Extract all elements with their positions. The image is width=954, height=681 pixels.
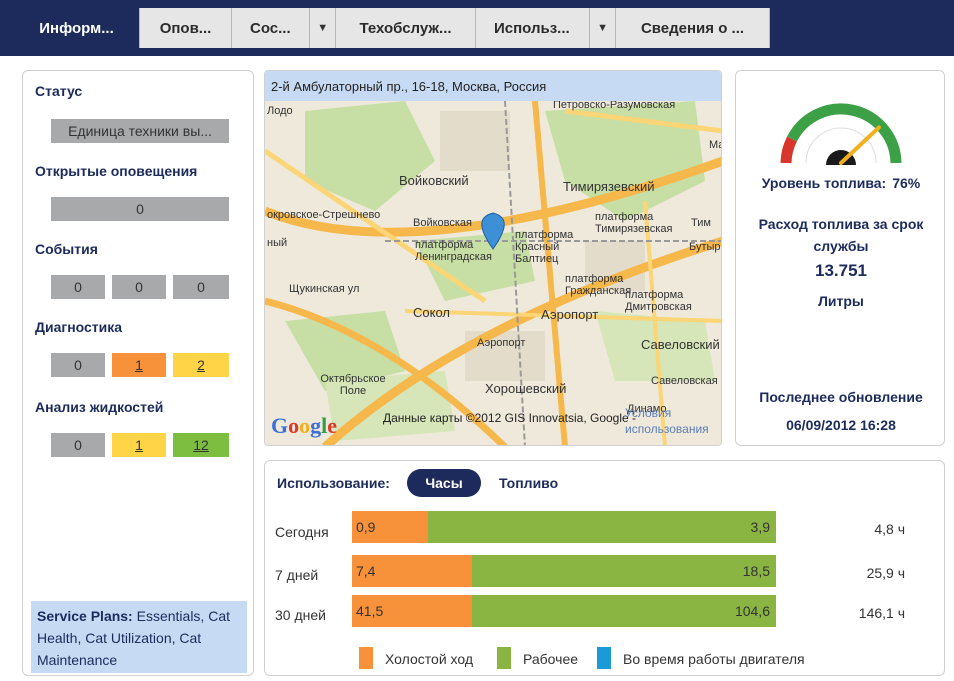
map-label: платформа Тимирязевская [595, 211, 673, 235]
fuel-level-value: 76% [892, 175, 921, 191]
status-title: Статус [35, 83, 83, 99]
service-plans-label: Service Plans: [37, 608, 133, 624]
row-total-7days: 25,9 ч [866, 565, 905, 581]
map-panel[interactable]: 2-й Амбулаторный пр., 16-18, Москва, Рос… [264, 70, 722, 446]
tab-usage-label: Использ... [494, 19, 570, 37]
map-label: Ма [709, 139, 721, 151]
fuel-toggle-button[interactable]: Топливо [499, 475, 558, 491]
map-label: Щукинская ул [289, 283, 360, 295]
diag-count-orange[interactable]: 1 [112, 353, 166, 377]
fluids-count-green[interactable]: 12 [173, 433, 229, 457]
tab-maintenance[interactable]: Техобслуж... [336, 8, 476, 48]
map-label: Войковский [399, 173, 469, 188]
legend-idle: Холостой ход [385, 651, 474, 667]
alerts-count[interactable]: 0 [51, 197, 229, 221]
bar-idle-30days: 41,5 [352, 595, 472, 627]
map-label: Хорошевский [485, 381, 567, 396]
map-label: Аэропорт [477, 337, 526, 349]
status-value: Единица техники вы... [51, 119, 229, 143]
map-copyright: Данные карты ©2012 GIS Innovatsia, Googl… [383, 411, 637, 425]
map-label: Лодо [267, 105, 293, 117]
map-label: Сокол [413, 305, 450, 320]
map-terms-link[interactable]: Условия использования [625, 405, 721, 437]
row-label-today: Сегодня [275, 524, 329, 540]
legend-work: Рабочее [523, 651, 579, 667]
fuel-rate-unit: Литры [818, 293, 864, 309]
tab-details[interactable]: Сведения о ... [616, 8, 770, 48]
tab-usage[interactable]: Использ... ▼ [476, 8, 616, 48]
legend-swatch-idle [359, 647, 373, 669]
events-count-1[interactable]: 0 [51, 275, 105, 299]
last-update-value: 06/09/2012 16:28 [786, 417, 896, 433]
tab-state-label: Сос... [250, 19, 291, 37]
map-label: Октябрьское Поле [320, 373, 386, 397]
fuel-rate-title: Расход топлива за срок службы [758, 216, 924, 254]
chevron-down-icon[interactable]: ▼ [309, 8, 335, 48]
fuel-gauge-icon [780, 103, 902, 165]
fluids-count-yellow[interactable]: 1 [112, 433, 166, 457]
fluids-count-gray[interactable]: 0 [51, 433, 105, 457]
legend-swatch-work [497, 647, 511, 669]
map-label: платформа Красный Балтиец [515, 229, 574, 265]
map-address: 2-й Амбулаторный пр., 16-18, Москва, Рос… [265, 71, 721, 101]
tab-details-label: Сведения о ... [640, 19, 745, 37]
fuel-level-label: Уровень топлива: [761, 175, 887, 191]
diag-count-yellow[interactable]: 2 [173, 353, 229, 377]
bar-idle-today: 0,9 [352, 511, 428, 543]
fluids-green-link[interactable]: 12 [193, 437, 209, 453]
map-label: окровское-Стрешнево [267, 209, 381, 221]
fuel-rate-value: 13.751 [815, 261, 867, 280]
row-total-today: 4,8 ч [874, 521, 905, 537]
diag-yellow-link[interactable]: 2 [197, 357, 205, 373]
map-label: Аэропорт [541, 307, 599, 322]
map-label: платформа Дмитровская [625, 289, 692, 313]
alerts-title: Открытые оповещения [35, 163, 198, 179]
legend-swatch-engine [597, 647, 611, 669]
chevron-down-icon[interactable]: ▼ [589, 8, 615, 48]
fuel-panel: Уровень топлива: 76% Расход топлива за ср… [735, 70, 945, 446]
top-nav: Информ... Опов... Сос... ▼ Техобслуж... И… [0, 0, 954, 56]
summary-panel: Статус Единица техники вы... Открытые оп… [22, 70, 254, 676]
tab-bar: Информ... Опов... Сос... ▼ Техобслуж... И… [14, 8, 770, 48]
bar-work-30days: 104,6 [472, 595, 776, 627]
bar-idle-7days: 7,4 [352, 555, 472, 587]
fluids-yellow-link[interactable]: 1 [135, 437, 143, 453]
map-label: Тим [691, 217, 711, 229]
map-label: Савеловский [641, 337, 720, 352]
service-plans: Service Plans: Essentials, Cat Health, C… [31, 601, 247, 673]
fuel-level: Уровень топлива: 76% [736, 175, 946, 191]
row-label-7days: 7 дней [275, 567, 319, 583]
tab-alerts-label: Опов... [159, 19, 212, 37]
map-label: платформа Ленинградская [415, 239, 492, 263]
map-label: ный [267, 237, 288, 249]
bar-work-7days: 18,5 [472, 555, 776, 587]
tab-alerts[interactable]: Опов... [140, 8, 232, 48]
row-total-30days: 146,1 ч [858, 605, 905, 621]
tab-maintenance-label: Техобслуж... [359, 19, 452, 37]
usage-panel: Использование: Часы Топливо Сегодня 0,9 … [264, 460, 945, 676]
hours-toggle-button[interactable]: Часы [407, 469, 481, 497]
events-title: События [35, 241, 98, 257]
bar-work-today: 3,9 [428, 511, 776, 543]
events-count-2[interactable]: 0 [112, 275, 166, 299]
row-label-30days: 30 дней [275, 607, 326, 623]
map-label: Савеловская [651, 375, 718, 387]
usage-label: Использование: [277, 475, 390, 491]
tab-info[interactable]: Информ... [14, 8, 140, 48]
google-logo: Google [271, 413, 338, 438]
fluids-title: Анализ жидкостей [35, 399, 164, 415]
diag-count-gray[interactable]: 0 [51, 353, 105, 377]
map-label: Войковская [413, 217, 473, 229]
events-count-3[interactable]: 0 [173, 275, 229, 299]
last-update-title: Последнее обновление [759, 389, 923, 405]
tab-info-label: Информ... [39, 19, 114, 37]
map-label: Бутыр [689, 241, 721, 253]
legend-engine: Во время работы двигателя [623, 651, 805, 667]
diagnostics-title: Диагностика [35, 319, 123, 335]
diag-orange-link[interactable]: 1 [135, 357, 143, 373]
tab-state[interactable]: Сос... ▼ [232, 8, 336, 48]
map-label: Тимирязевский [563, 179, 655, 194]
